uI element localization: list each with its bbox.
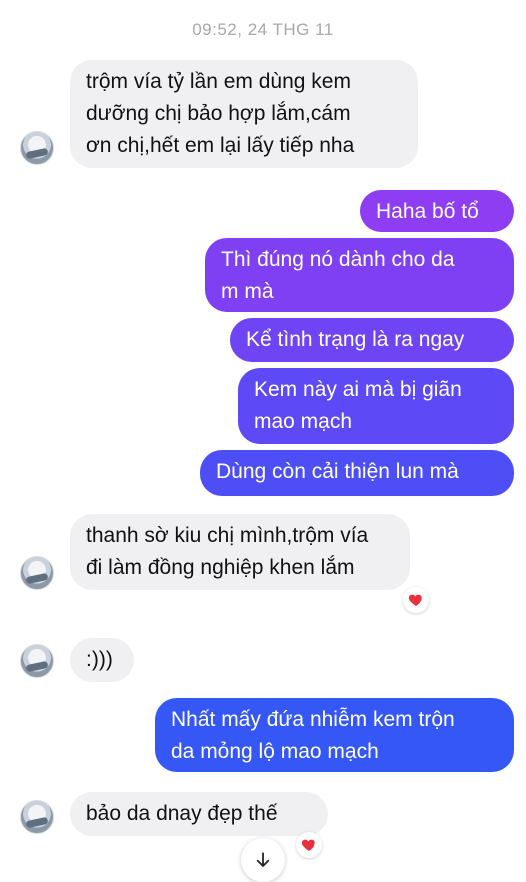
outgoing-message[interactable]: Dùng còn cải thiện lun mà — [200, 450, 514, 496]
conversation-timestamp: 09:52, 24 THG 11 — [192, 20, 334, 39]
heart-icon[interactable] — [403, 587, 429, 613]
outgoing-message[interactable]: Kem này ai mà bị giãn mao mạch — [238, 368, 514, 444]
incoming-message[interactable]: bảo da dnay đẹp thế — [70, 792, 328, 836]
outgoing-message[interactable]: Nhất mấy đứa nhiễm kem trộn da mỏng lộ m… — [155, 698, 514, 772]
scroll-to-bottom-button[interactable] — [241, 838, 285, 882]
outgoing-message[interactable]: Kể tình trạng là ra ngay — [230, 318, 514, 362]
contact-avatar[interactable] — [20, 131, 54, 165]
outgoing-message[interactable]: Haha bố tổ — [360, 190, 514, 232]
contact-avatar[interactable] — [20, 556, 54, 590]
incoming-message[interactable]: trộm vía tỷ lần em dùng kem dưỡng chị bả… — [70, 60, 418, 168]
outgoing-message[interactable]: Thì đúng nó dành cho da m mà — [205, 238, 514, 312]
incoming-message[interactable]: :))) — [70, 638, 134, 682]
contact-avatar[interactable] — [20, 800, 54, 834]
contact-avatar[interactable] — [20, 644, 54, 678]
arrow-down-icon — [256, 852, 270, 867]
incoming-message[interactable]: thanh sờ kiu chị mình,trộm vía đi làm đồ… — [70, 514, 410, 590]
heart-icon[interactable] — [296, 832, 322, 858]
